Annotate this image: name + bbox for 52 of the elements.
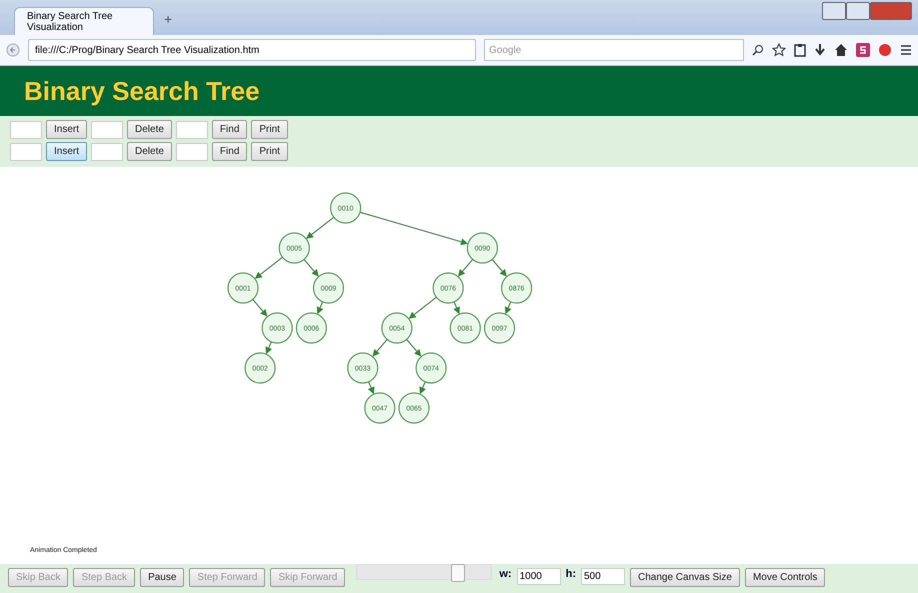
tree-edge [453,301,460,314]
tree-edge [504,301,512,314]
clipboard-icon[interactable] [794,43,806,57]
home-icon[interactable] [834,43,848,57]
action-button[interactable]: Find [212,120,248,139]
tree-edge [372,338,388,357]
menu-icon[interactable] [900,44,912,56]
tree-edge [252,298,268,317]
extension-icon[interactable] [856,43,870,57]
playback-button[interactable]: Pause [140,568,184,587]
action-button[interactable]: Find [212,142,248,161]
width-label: w: [499,568,512,580]
height-label: h: [566,568,576,580]
action-button[interactable]: Delete [127,142,172,161]
tree-edge [492,258,507,277]
action-button[interactable]: Print [251,142,288,161]
action-button[interactable]: Insert [46,120,88,139]
tree-edge [419,381,426,394]
value-input[interactable] [10,142,42,160]
value-input[interactable] [176,120,208,138]
star-icon[interactable] [772,43,786,57]
value-input[interactable] [91,120,124,138]
tree-edge [406,338,422,357]
slider-thumb[interactable] [450,564,465,582]
action-button[interactable]: Move Controls [744,568,826,587]
download-icon[interactable] [814,43,826,57]
action-button[interactable]: Change Canvas Size [630,568,740,587]
page-title: Binary Search Tree [24,76,260,106]
value-input[interactable] [10,120,42,138]
value-input[interactable] [176,142,208,160]
width-input[interactable]: 1000 [516,568,561,585]
search-icon[interactable] [752,44,764,56]
speed-slider[interactable] [356,564,492,580]
browser-tab[interactable]: Binary Search Tree Visualization [14,7,154,35]
height-input[interactable]: 500 [580,568,625,585]
window-controls-icon[interactable] [822,2,912,20]
back-icon[interactable] [6,43,20,57]
tree-edge [266,341,272,354]
tree-edge [408,296,437,319]
action-button[interactable]: Print [251,120,288,139]
tree-edge [304,258,319,277]
tree-edge [458,258,474,277]
action-button[interactable]: Insert [46,142,88,161]
action-button[interactable]: Delete [127,120,172,139]
address-field[interactable]: file:///C:/Prog/Binary Search Tree Visualization.htm [28,39,476,61]
tree-edge [254,256,283,279]
value-input[interactable] [91,142,124,160]
new-tab-button[interactable]: + [164,11,172,27]
addon-icon[interactable] [878,43,892,57]
tree-edge [306,216,334,239]
tree-edge [316,301,324,314]
tree-edge [368,381,374,394]
